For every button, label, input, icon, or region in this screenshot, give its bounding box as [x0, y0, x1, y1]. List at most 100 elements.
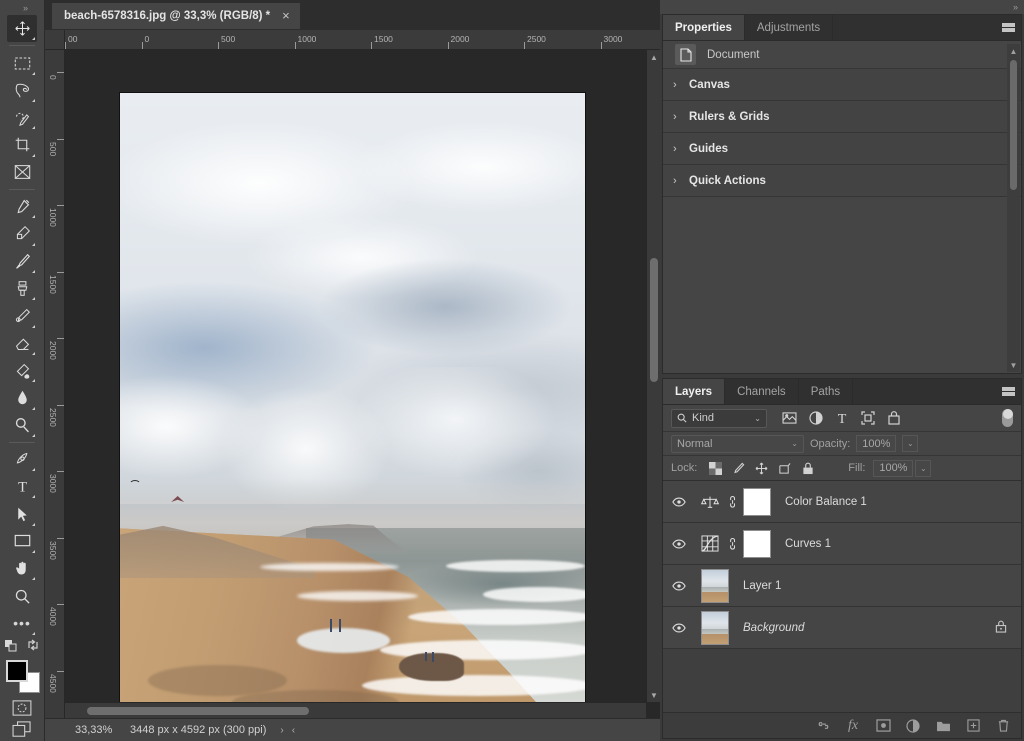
tool-frame-tool[interactable] [7, 159, 37, 186]
foreground-color-swatch[interactable] [6, 659, 28, 682]
layer-row[interactable]: Color Balance 1 [663, 481, 1021, 523]
fill-value[interactable]: 100% [873, 459, 914, 477]
filter-adjustment-layers-button[interactable] [804, 408, 827, 428]
layer-filter-toggle[interactable] [1002, 409, 1013, 427]
tool-move-tool[interactable] [7, 15, 37, 43]
filter-pixel-layers-button[interactable] [778, 408, 801, 428]
tool-spot-healing-brush-tool[interactable] [7, 220, 37, 247]
tool-history-brush-tool[interactable] [7, 302, 37, 329]
lock-all-button[interactable] [797, 458, 818, 478]
layer-visibility-toggle[interactable] [663, 539, 695, 549]
mask-link-icon[interactable] [725, 495, 743, 509]
swap-colors-icon[interactable] [27, 639, 39, 651]
canvas-horizontal-scroll-thumb[interactable] [87, 707, 309, 715]
layer-mask-thumbnail[interactable] [743, 487, 771, 516]
vertical-ruler[interactable]: 0 500 1000 1500 2000 2500 3000 3500 4000 4500 [45, 50, 65, 718]
status-prev-icon[interactable]: ‹ [292, 725, 295, 736]
close-icon[interactable]: × [282, 9, 290, 22]
dock-collapse-button[interactable]: » [660, 0, 1024, 14]
lock-position-button[interactable] [751, 458, 772, 478]
color-balance-icon[interactable] [695, 494, 725, 510]
tool-gradient-tool[interactable] [7, 357, 37, 384]
layer-filter-kind-select[interactable]: Kind ⌄ [671, 408, 767, 428]
tool-lasso-tool[interactable] [7, 77, 37, 104]
layer-visibility-toggle[interactable] [663, 497, 695, 507]
tab-paths[interactable]: Paths [798, 379, 854, 404]
filter-smart-objects-button[interactable] [882, 408, 905, 428]
lock-artboard-nesting-button[interactable] [774, 458, 795, 478]
tab-layers[interactable]: Layers [663, 379, 726, 404]
tool-type-tool[interactable]: T [7, 473, 37, 500]
tool-clone-stamp-tool[interactable] [7, 275, 37, 302]
tool-path-selection-tool[interactable] [7, 500, 37, 527]
curves-icon[interactable] [695, 535, 725, 552]
layer-thumbnail[interactable] [701, 568, 729, 603]
properties-panel-menu-button[interactable] [995, 15, 1021, 40]
layers-panel-menu-button[interactable] [995, 379, 1021, 404]
tool-rectangle-tool[interactable] [7, 528, 37, 555]
tool-more-tools-button[interactable]: ••• [7, 610, 37, 637]
fill-stepper[interactable]: ⌄ [915, 459, 932, 477]
tool-object-selection-tool[interactable] [7, 104, 37, 131]
layer-row[interactable]: Curves 1 [663, 523, 1021, 565]
tool-dodge-tool[interactable] [7, 412, 37, 439]
layer-list[interactable]: Color Balance 1 Curves 1 Layer 1 Background [663, 481, 1021, 712]
default-colors-icon[interactable] [5, 640, 17, 652]
delete-layer-button[interactable] [995, 718, 1011, 734]
tool-pen-tool[interactable] [7, 446, 37, 473]
tool-eraser-tool[interactable] [7, 330, 37, 357]
layer-visibility-toggle[interactable] [663, 581, 695, 591]
layer-row[interactable]: Layer 1 [663, 565, 1021, 607]
tab-adjustments[interactable]: Adjustments [744, 15, 834, 40]
add-layer-mask-button[interactable] [875, 718, 891, 734]
status-next-icon[interactable]: › [280, 725, 283, 736]
properties-scrollbar[interactable]: ▲ ▼ [1007, 44, 1020, 372]
status-zoom-level[interactable]: 33,33% [45, 724, 118, 736]
layer-thumbnail[interactable] [701, 610, 729, 645]
properties-scroll-down-icon[interactable]: ▼ [1007, 358, 1020, 372]
screen-mode-button[interactable] [8, 718, 36, 741]
horizontal-ruler[interactable]: 000500100015002000250030003500 [65, 30, 660, 50]
tool-hand-tool[interactable] [7, 555, 37, 582]
properties-scroll-thumb[interactable] [1010, 60, 1017, 190]
properties-section-guides[interactable]: › Guides [663, 133, 1021, 165]
properties-section-quick-actions[interactable]: › Quick Actions [663, 165, 1021, 197]
tool-crop-tool[interactable] [7, 131, 37, 158]
canvas-image[interactable] [119, 92, 586, 716]
tool-blur-tool[interactable] [7, 384, 37, 411]
toolbar-collapse-button[interactable]: » [0, 0, 45, 15]
scroll-down-icon[interactable]: ▼ [647, 688, 661, 702]
tool-rectangular-marquee-tool[interactable] [7, 49, 37, 76]
layer-visibility-toggle[interactable] [663, 623, 695, 633]
layer-row[interactable]: Background [663, 607, 1021, 649]
tab-channels[interactable]: Channels [725, 379, 799, 404]
opacity-stepper[interactable]: ⌄ [902, 435, 919, 452]
canvas-vertical-scrollbar[interactable]: ▲ ▼ [646, 50, 660, 702]
tool-brush-tool[interactable] [7, 248, 37, 275]
blend-mode-select[interactable]: Normal ⌄ [671, 434, 804, 453]
tool-eyedropper-tool[interactable] [7, 193, 37, 220]
lock-image-pixels-button[interactable] [728, 458, 749, 478]
link-layers-button[interactable] [815, 718, 831, 734]
scroll-up-icon[interactable]: ▲ [647, 50, 661, 64]
opacity-value[interactable]: 100% [856, 435, 897, 452]
layer-styles-button[interactable]: fx [845, 718, 861, 734]
new-adjustment-layer-button[interactable] [905, 718, 921, 734]
properties-section-rulers-grids[interactable]: › Rulers & Grids [663, 101, 1021, 133]
canvas-horizontal-scrollbar[interactable] [65, 702, 646, 718]
properties-section-canvas[interactable]: › Canvas [663, 69, 1021, 101]
status-document-dimensions[interactable]: 3448 px x 4592 px (300 ppi) [118, 724, 266, 736]
filter-type-layers-button[interactable]: T [830, 408, 853, 428]
tab-properties[interactable]: Properties [663, 15, 745, 40]
new-group-button[interactable] [935, 718, 951, 734]
ruler-corner[interactable] [45, 30, 65, 50]
mask-link-icon[interactable] [725, 537, 743, 551]
document-tab[interactable]: beach-6578316.jpg @ 33,3% (RGB/8) * × [52, 3, 300, 29]
lock-transparent-pixels-button[interactable] [705, 458, 726, 478]
canvas-vertical-scroll-thumb[interactable] [650, 258, 658, 382]
layer-mask-thumbnail[interactable] [743, 529, 771, 558]
new-layer-button[interactable] [965, 718, 981, 734]
tool-zoom-tool[interactable] [7, 582, 37, 609]
artboard-scroll-area[interactable] [65, 50, 660, 718]
properties-scroll-up-icon[interactable]: ▲ [1007, 44, 1020, 58]
